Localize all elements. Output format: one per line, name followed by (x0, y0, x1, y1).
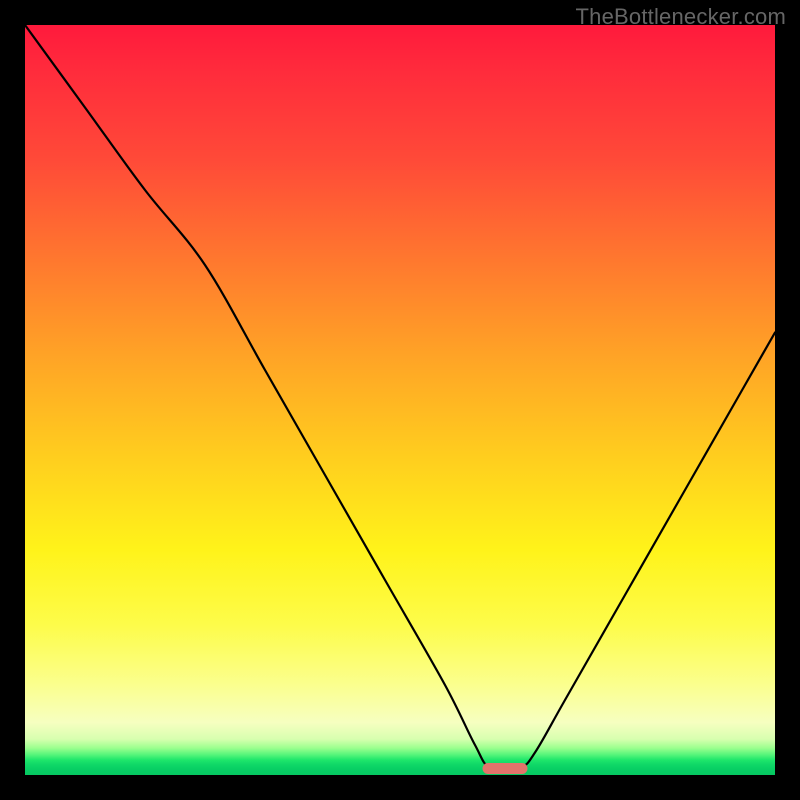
plot-area (25, 25, 775, 775)
optimum-marker (483, 763, 528, 774)
bottleneck-curve (25, 25, 775, 770)
chart-frame: TheBottlenecker.com (0, 0, 800, 800)
chart-svg (25, 25, 775, 775)
